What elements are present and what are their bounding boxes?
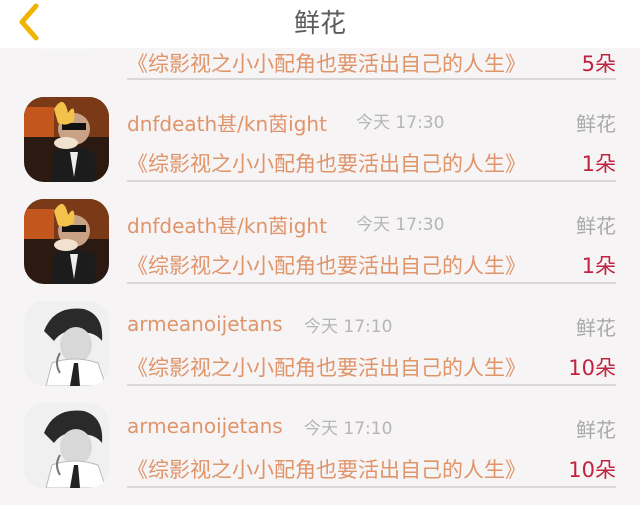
- avatar-photo-man-fire: [24, 97, 109, 182]
- flower-count: 5朵: [581, 52, 616, 76]
- gift-type: 鲜花: [576, 214, 616, 238]
- list-item[interactable]: armeanoijetans 今天 17:10 鲜花 《综影视之小小配角也要活出…: [0, 386, 640, 489]
- timestamp: 今天 17:10: [304, 317, 393, 337]
- avatar: [24, 199, 109, 284]
- avatar-photo-man-bw: [24, 403, 109, 488]
- gift-type: 鲜花: [576, 112, 616, 136]
- divider: [127, 486, 616, 488]
- user-name[interactable]: dnfdeath甚/kn茵ight: [127, 210, 327, 239]
- user-name[interactable]: dnfdeath甚/kn茵ight: [127, 108, 327, 137]
- avatar-photo-man-fire: [24, 199, 109, 284]
- flower-count: 10朵: [568, 458, 616, 482]
- book-title: 《综影视之小小配角也要活出自己的人生》: [127, 254, 526, 278]
- user-name[interactable]: armeanoijetans: [127, 414, 283, 438]
- book-title: 《综影视之小小配角也要活出自己的人生》: [127, 458, 526, 482]
- book-title: 《综影视之小小配角也要活出自己的人生》: [127, 356, 526, 380]
- avatar-photo-man-bw: [24, 301, 109, 386]
- book-title: 《综影视之小小配角也要活出自己的人生》: [127, 152, 526, 176]
- list-item[interactable]: dnfdeath甚/kn茵ight 今天 17:30 鲜花 《综影视之小小配角也…: [0, 80, 640, 183]
- flower-record-list: 电话 《综影视之小小配角也要活出自己的人生》 5朵 dnfdeath甚/kn茵i…: [0, 0, 640, 505]
- book-title: 《综影视之小小配角也要活出自己的人生》: [127, 52, 526, 76]
- avatar: [24, 301, 109, 386]
- timestamp: 今天 17:30: [356, 215, 445, 235]
- list-item[interactable]: dnfdeath甚/kn茵ight 今天 17:30 鲜花 《综影视之小小配角也…: [0, 182, 640, 285]
- list-item[interactable]: armeanoijetans 今天 17:10 鲜花 《综影视之小小配角也要活出…: [0, 284, 640, 387]
- user-name[interactable]: armeanoijetans: [127, 312, 283, 336]
- flower-count: 1朵: [581, 254, 616, 278]
- avatar: [24, 97, 109, 182]
- flower-count: 1朵: [581, 152, 616, 176]
- timestamp: 今天 17:30: [356, 113, 445, 133]
- avatar: [24, 403, 109, 488]
- gift-type: 鲜花: [576, 418, 616, 442]
- timestamp: 今天 17:10: [304, 419, 393, 439]
- page-title: 鲜花: [293, 9, 346, 39]
- gift-type: 鲜花: [576, 316, 616, 340]
- flower-count: 10朵: [568, 356, 616, 380]
- top-bar: 鲜花: [0, 0, 640, 48]
